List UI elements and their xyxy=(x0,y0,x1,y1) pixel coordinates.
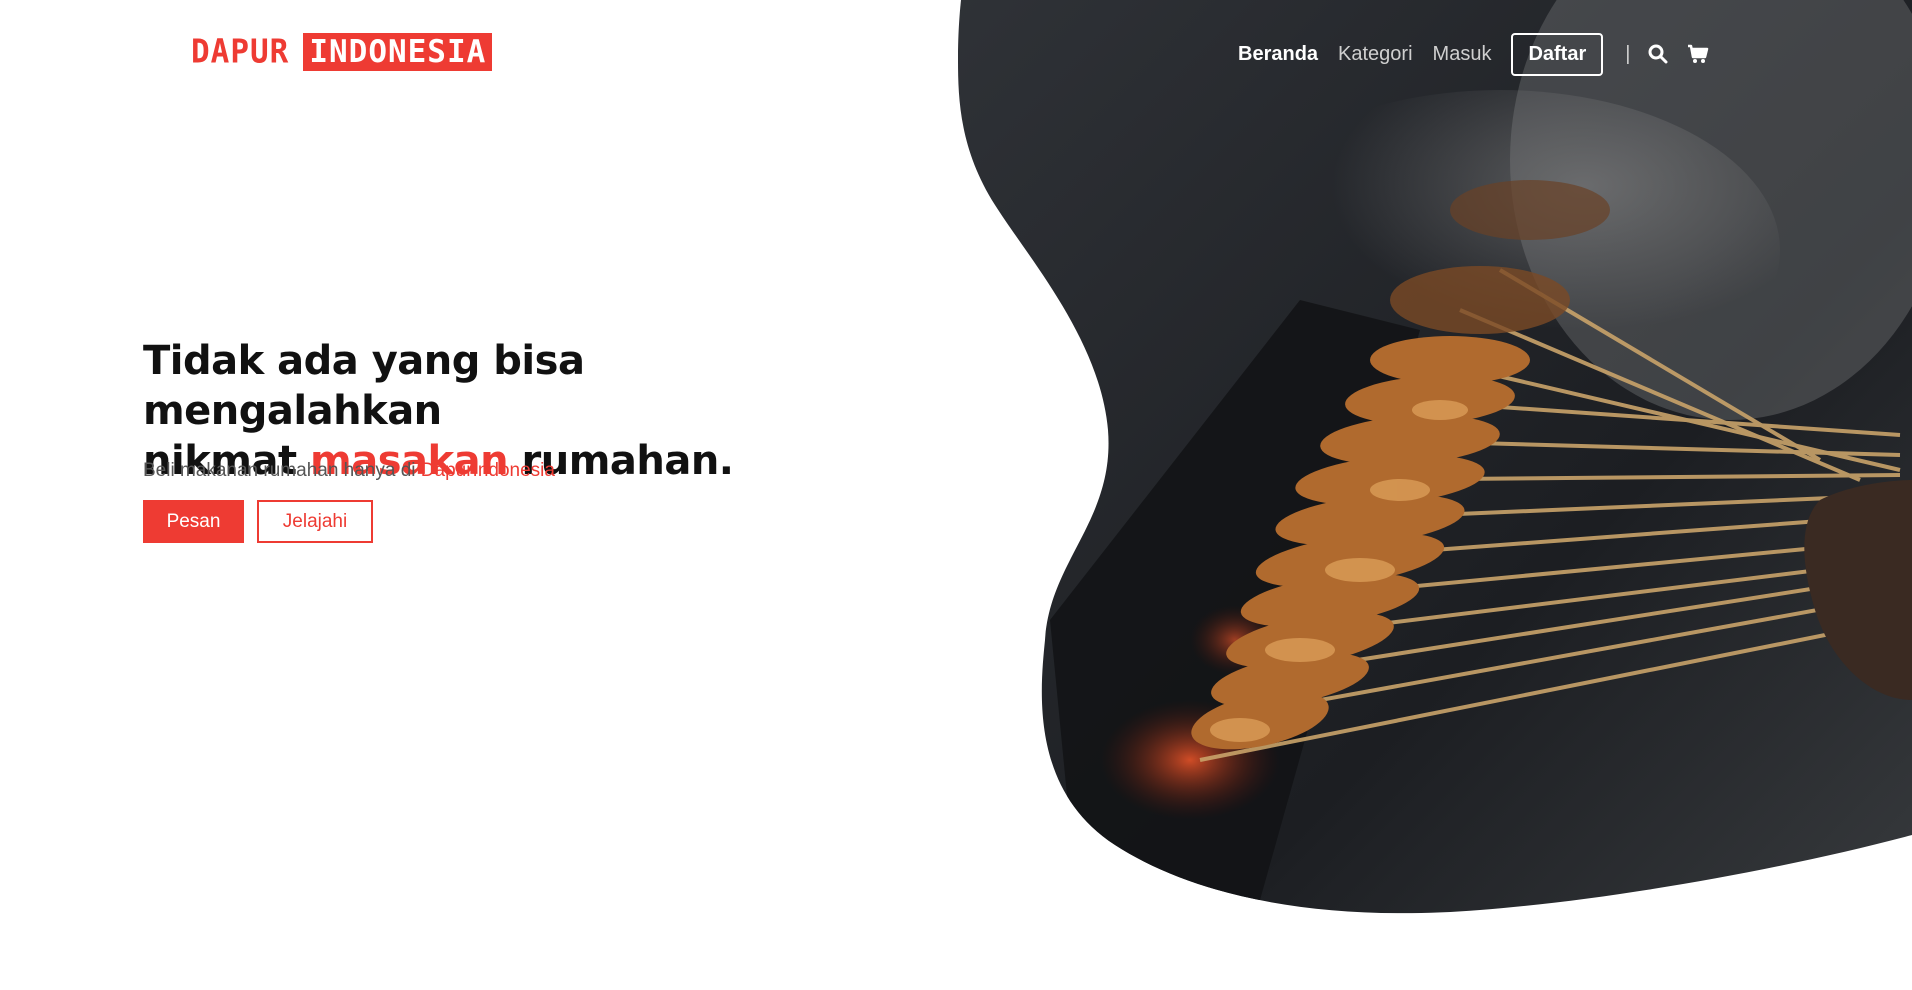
subtext-main: Beli makanan rumahan hanya di xyxy=(143,460,421,481)
explore-button[interactable]: Jelajahi xyxy=(257,500,373,543)
logo-word-indonesia: INDONESIA xyxy=(303,33,493,71)
signup-button[interactable]: Daftar xyxy=(1511,32,1604,76)
search-icon[interactable] xyxy=(1647,43,1669,65)
hero-image xyxy=(958,0,1912,914)
cart-icon[interactable] xyxy=(1687,43,1709,65)
headline-line1: Tidak ada yang bisa mengalahkan xyxy=(143,338,585,434)
order-button[interactable]: Pesan xyxy=(143,500,244,543)
nav-separator: | xyxy=(1625,42,1631,65)
main-nav: Beranda Kategori Masuk Daftar | xyxy=(1238,32,1727,76)
subtext-brand: DapurIndonesia xyxy=(420,460,555,481)
nav-item-masuk[interactable]: Masuk xyxy=(1433,43,1492,66)
nav-item-beranda[interactable]: Beranda xyxy=(1238,43,1318,66)
logo-word-dapur: DAPUR xyxy=(191,33,290,71)
hero-subtext: Beli makanan rumahan hanya di DapurIndon… xyxy=(143,460,555,482)
nav-item-kategori[interactable]: Kategori xyxy=(1338,43,1413,66)
brand-logo[interactable]: DAPUR INDONESIA xyxy=(191,33,493,71)
